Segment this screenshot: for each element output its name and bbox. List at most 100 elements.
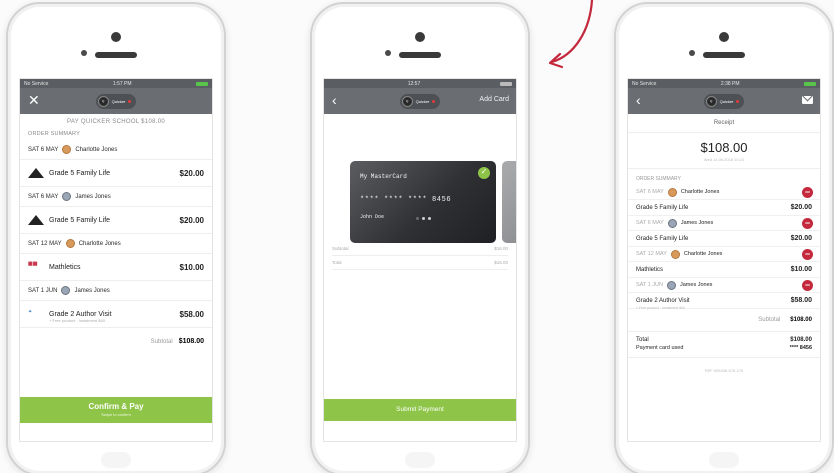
date-row: SAT 12 MAY Charlotte Jones − xyxy=(628,247,820,262)
screen-payment: 12:57 ‹ Q Quicker Add Card My MasterCard… xyxy=(323,78,517,442)
list-item[interactable]: Grade 5 Family Life $20.00 xyxy=(20,160,212,187)
date-text: SAT 6 MAY xyxy=(28,193,59,200)
date-row: SAT 6 MAY Charlotte Jones xyxy=(20,140,212,160)
close-icon[interactable]: ✕ xyxy=(28,92,40,109)
page-title: Receipt xyxy=(628,114,820,133)
avatar xyxy=(65,239,75,248)
carrier-text: No Service xyxy=(24,80,49,87)
list-item[interactable]: ✦ Grade 2 Author Visit $58.00 + Free pro… xyxy=(20,301,212,328)
payment-card-row: Payment card used **** 8456 xyxy=(628,344,820,358)
item-name: Grade 5 Family Life xyxy=(49,169,111,177)
mathletics-logo-icon: ▦▦ xyxy=(28,261,38,267)
summary-value: $16.00 xyxy=(494,260,508,265)
date-text: SAT 1 JUN xyxy=(636,282,663,288)
child-name: James Jones xyxy=(75,193,111,200)
screen-checkout: No Service 1:57 PM ✕ Q Quicker PAY QUICK… xyxy=(19,78,213,442)
payment-card-label: Payment card used xyxy=(636,345,684,351)
brand-name: Quicker xyxy=(111,98,126,104)
avatar xyxy=(670,249,680,259)
battery-icon xyxy=(803,81,816,86)
brand-logo: Q Quicker xyxy=(95,93,137,109)
avatar xyxy=(667,280,676,290)
brand-logo: Q Quicker xyxy=(703,93,745,109)
total-row: Total $108.00 xyxy=(628,332,820,344)
battery-icon xyxy=(195,81,208,86)
camera-dot xyxy=(111,32,121,42)
date-text: SAT 1 JUN xyxy=(28,287,58,294)
item-price: $10.00 xyxy=(179,262,204,272)
item-note: + Free product · Instalment $40 xyxy=(636,306,685,310)
summary-value: $16.00 xyxy=(494,246,508,251)
list-item[interactable]: Grade 5 Family Life $20.00 xyxy=(20,207,212,234)
home-button[interactable] xyxy=(405,452,435,468)
payment-card-value: **** 8456 xyxy=(789,345,812,351)
summary-label: Total xyxy=(332,260,342,265)
date-row: SAT 1 JUN James Jones xyxy=(20,281,212,301)
camera-dot xyxy=(415,32,425,42)
total-value: $108.00 xyxy=(790,337,812,343)
sensor-dot xyxy=(689,50,695,56)
child-name: Charlotte Jones xyxy=(683,251,723,257)
submit-payment-button[interactable]: Submit Payment xyxy=(324,399,516,421)
sensor-dot xyxy=(81,50,87,56)
subtotal-value: $108.00 xyxy=(178,338,204,345)
pagination-dots xyxy=(416,217,431,220)
remove-icon[interactable]: − xyxy=(802,249,813,260)
item-price: $20.00 xyxy=(179,215,204,225)
page-title: PAY QUICKER SCHOOL $108.00 xyxy=(67,119,165,125)
nav-bar: ✕ Q Quicker xyxy=(20,88,212,114)
check-icon: ✓ xyxy=(478,167,490,179)
list-item: Mathletics $10.00 xyxy=(628,262,820,278)
item-price: $20.00 xyxy=(179,168,204,178)
date-row: SAT 1 JUN James Jones − xyxy=(628,278,820,293)
summary-row: Subtotal $16.00 xyxy=(332,242,508,256)
subtotal-label: Subtotal xyxy=(150,338,173,345)
confirm-pay-sublabel: Swipe to confirm xyxy=(101,412,131,417)
mountain-logo-icon xyxy=(28,215,44,225)
item-name: Grade 2 Author Visit xyxy=(49,310,112,318)
add-card-button[interactable]: Add Card xyxy=(479,96,509,103)
home-button[interactable] xyxy=(709,452,739,468)
mail-icon[interactable] xyxy=(802,96,813,104)
item-note: + Free product · Instalment $40 xyxy=(49,318,105,323)
page-dot xyxy=(422,217,425,220)
screen-receipt: No Service 2:38 PM ‹ Q Quicker Receipt $… xyxy=(627,78,821,442)
remove-icon[interactable]: − xyxy=(802,187,813,198)
subtotal-row: Subtotal $108.00 xyxy=(20,328,212,355)
summary-label: Subtotal xyxy=(332,246,349,251)
list-item[interactable]: ▦▦ Mathletics $10.00 xyxy=(20,254,212,281)
receipt-date: Wed 14.06.2016 10:21 xyxy=(628,155,820,169)
back-icon[interactable]: ‹ xyxy=(332,92,337,108)
status-bar: 12:57 xyxy=(324,79,516,88)
child-name: Charlotte Jones xyxy=(78,240,121,247)
remove-icon[interactable]: − xyxy=(802,218,813,229)
child-name: Charlotte Jones xyxy=(75,146,118,153)
back-icon[interactable]: ‹ xyxy=(636,92,641,108)
confirm-pay-button[interactable]: Confirm & Pay Swipe to confirm xyxy=(20,397,212,423)
logo-icon: Q xyxy=(401,95,413,107)
status-bar: No Service 1:57 PM xyxy=(20,79,212,88)
card-name: My MasterCard xyxy=(360,173,407,180)
subtotal-value: $108.00 xyxy=(790,317,812,323)
total-label: Total xyxy=(636,337,649,343)
brand-logo: Q Quicker xyxy=(399,93,441,109)
avatar xyxy=(61,286,71,295)
card-carousel[interactable]: My MasterCard **** **** **** 8456 John D… xyxy=(324,114,516,243)
child-name: James Jones xyxy=(680,220,714,226)
child-name: Charlotte Jones xyxy=(680,189,720,195)
home-button[interactable] xyxy=(101,452,131,468)
logo-dot xyxy=(736,99,740,103)
item-name: Grade 5 Family Life xyxy=(636,235,689,242)
item-name: Grade 2 Author Visit xyxy=(636,297,690,304)
next-card[interactable] xyxy=(502,161,516,243)
item-name: Grade 5 Family Life xyxy=(636,204,689,211)
brand-name: Quicker xyxy=(415,98,430,104)
mountain-logo-icon xyxy=(28,168,44,178)
camera-dot xyxy=(719,32,729,42)
reference-number: REF #05406-578-275 xyxy=(704,368,744,373)
credit-card[interactable]: My MasterCard **** **** **** 8456 John D… xyxy=(350,161,496,243)
remove-icon[interactable]: − xyxy=(802,280,813,291)
avatar xyxy=(667,187,677,197)
item-price: $20.00 xyxy=(790,235,812,242)
summary-row: Total $16.00 xyxy=(332,256,508,270)
